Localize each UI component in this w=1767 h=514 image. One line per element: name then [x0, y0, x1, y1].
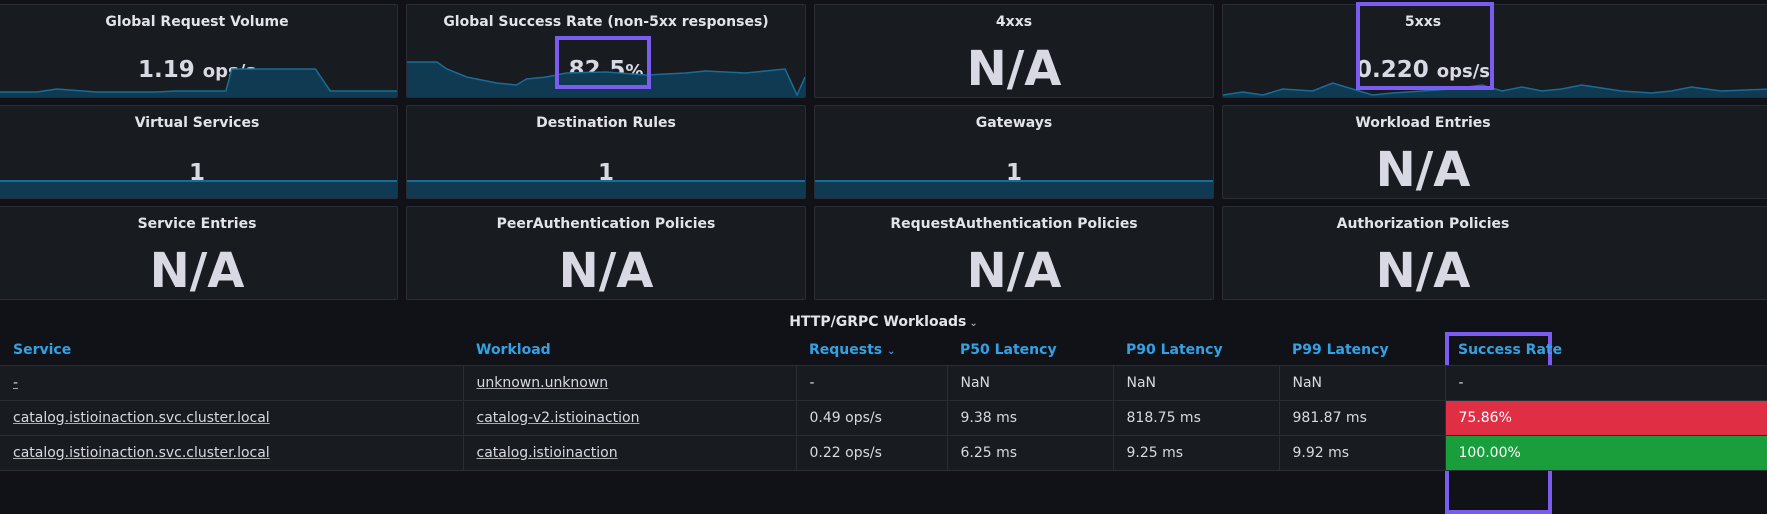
cell-p50: 6.25 ms	[947, 435, 1114, 471]
col-requests[interactable]: Requests ⌄	[796, 335, 947, 366]
gateways-sparkline	[815, 180, 1213, 198]
cell-requests: 0.49 ops/s	[796, 400, 948, 436]
cell-requests: 0.22 ops/s	[796, 435, 948, 471]
service-entries-value: N/A	[149, 243, 245, 299]
cell-success-rate: -	[1445, 365, 1767, 401]
panel-title: Global Success Rate (non-5xx responses)	[443, 14, 769, 30]
panel-title: 4xxs	[995, 14, 1033, 30]
cell-p99: 981.87 ms	[1279, 400, 1446, 436]
table-row: - unknown.unknown - NaN NaN NaN -	[0, 365, 1767, 401]
cell-p99: NaN	[1279, 365, 1446, 401]
cell-workload: catalog.istioinaction	[463, 435, 797, 471]
col-workload[interactable]: Workload	[463, 335, 796, 366]
cell-p90: NaN	[1113, 365, 1280, 401]
sort-desc-icon: ⌄	[887, 346, 896, 357]
panel-title: Global Request Volume	[105, 14, 289, 30]
destination-rules-sparkline	[407, 180, 805, 198]
panel-title: Virtual Services	[134, 115, 260, 131]
panel-title: RequestAuthentication Policies	[890, 216, 1138, 232]
cell-service: catalog.istioinaction.svc.cluster.local	[0, 435, 464, 471]
col-success-rate[interactable]: Success Rate	[1445, 335, 1767, 366]
panel-virtual-services[interactable]: Virtual Services 1	[0, 105, 398, 199]
workload-link[interactable]: unknown.unknown	[477, 375, 609, 391]
table-row: catalog.istioinaction.svc.cluster.local …	[0, 400, 1767, 436]
panel-request-authentication[interactable]: RequestAuthentication Policies N/A	[814, 206, 1214, 300]
panel-title: 5xxs	[1404, 14, 1442, 30]
table-header-row: Service Workload Requests ⌄ P50 Latency …	[0, 335, 1767, 366]
panel-global-success-rate[interactable]: Global Success Rate (non-5xx responses) …	[406, 4, 806, 98]
cell-service: catalog.istioinaction.svc.cluster.local	[0, 400, 464, 436]
service-link[interactable]: catalog.istioinaction.svc.cluster.local	[13, 410, 270, 426]
cell-p50: 9.38 ms	[947, 400, 1114, 436]
cell-requests: -	[796, 365, 948, 401]
request-auth-value: N/A	[966, 243, 1062, 299]
virtual-services-sparkline	[0, 180, 397, 198]
panel-title: Gateways	[975, 115, 1053, 131]
request-volume-sparkline	[0, 68, 397, 97]
panel-global-request-volume[interactable]: Global Request Volume 1.19 ops/s	[0, 4, 398, 98]
panel-peer-authentication[interactable]: PeerAuthentication Policies N/A	[406, 206, 806, 300]
panel-service-entries[interactable]: Service Entries N/A	[0, 206, 398, 300]
service-link[interactable]: -	[13, 375, 18, 391]
col-p99-latency[interactable]: P99 Latency	[1279, 335, 1445, 366]
panel-title: Destination Rules	[536, 115, 676, 131]
chevron-down-icon: ⌄	[969, 318, 978, 329]
success-rate-sparkline	[407, 61, 805, 97]
panel-title: PeerAuthentication Policies	[496, 216, 716, 232]
workload-link[interactable]: catalog-v2.istioinaction	[477, 410, 640, 426]
cell-workload: catalog-v2.istioinaction	[463, 400, 797, 436]
workloads-table: Service Workload Requests ⌄ P50 Latency …	[0, 335, 1767, 471]
col-p90-latency[interactable]: P90 Latency	[1113, 335, 1279, 366]
panel-title: Authorization Policies	[1336, 216, 1510, 232]
panel-authorization-policies[interactable]: Authorization Policies N/A	[1222, 206, 1767, 300]
col-service[interactable]: Service	[0, 335, 463, 366]
5xxs-sparkline	[1223, 82, 1767, 97]
panel-4xxs[interactable]: 4xxs N/A	[814, 4, 1214, 98]
panel-gateways[interactable]: Gateways 1	[814, 105, 1214, 199]
panel-destination-rules[interactable]: Destination Rules 1	[406, 105, 806, 199]
peer-auth-value: N/A	[558, 243, 654, 299]
cell-service: -	[0, 365, 464, 401]
4xxs-value: N/A	[966, 41, 1062, 97]
authz-value: N/A	[1375, 243, 1471, 299]
cell-success-rate: 75.86%	[1445, 400, 1767, 436]
cell-p90: 818.75 ms	[1113, 400, 1280, 436]
table-row: catalog.istioinaction.svc.cluster.local …	[0, 435, 1767, 471]
workload-entries-value: N/A	[1375, 142, 1471, 198]
workloads-section-title[interactable]: HTTP/GRPC Workloads ⌄	[0, 314, 1767, 330]
panel-title: Workload Entries	[1355, 115, 1491, 131]
panel-5xxs[interactable]: 5xxs 0.220 ops/s	[1222, 4, 1767, 98]
cell-p90: 9.25 ms	[1113, 435, 1280, 471]
cell-workload: unknown.unknown	[463, 365, 797, 401]
service-link[interactable]: catalog.istioinaction.svc.cluster.local	[13, 445, 270, 461]
cell-p50: NaN	[947, 365, 1114, 401]
cell-p99: 9.92 ms	[1279, 435, 1446, 471]
panel-workload-entries[interactable]: Workload Entries N/A	[1222, 105, 1767, 199]
workload-link[interactable]: catalog.istioinaction	[477, 445, 618, 461]
cell-success-rate: 100.00%	[1445, 435, 1767, 471]
panel-title: Service Entries	[137, 216, 257, 232]
col-p50-latency[interactable]: P50 Latency	[947, 335, 1113, 366]
